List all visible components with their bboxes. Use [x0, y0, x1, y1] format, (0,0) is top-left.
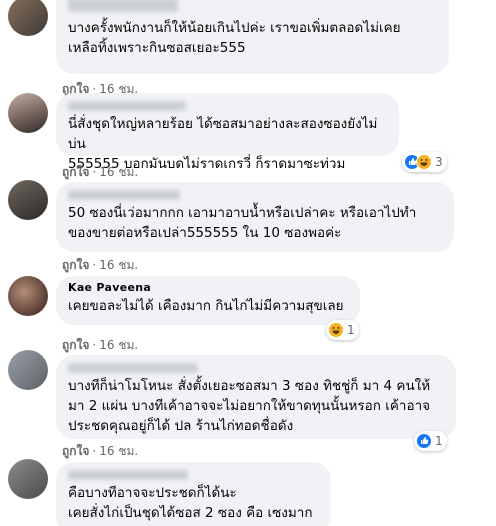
like-reaction-icon — [416, 433, 432, 449]
reaction-summary[interactable]: 1 — [326, 320, 359, 340]
comment-text: บางทีก็น่าโมโหนะ สั่งตั้งเยอะซอสมา 3 ซอง… — [68, 378, 431, 434]
reaction-count: 3 — [435, 155, 443, 169]
comment-bubble: คือบางทีอาจจะประชดก็ได้นะ เคยสั่งไก่เป็น… — [56, 462, 331, 526]
like-button[interactable]: ถูกใจ — [62, 338, 89, 352]
reaction-count: 1 — [347, 323, 355, 337]
comment-time[interactable]: 16 ชม. — [99, 444, 138, 458]
comment-bubble: บางทีก็น่าโมโหนะ สั่งตั้งเยอะซอสมา 3 ซอง… — [56, 355, 456, 439]
comment-text: 50 ซองนี่เว่อมากกก เอามาอาบน้ำหรือเปล่าค… — [68, 205, 417, 241]
like-button[interactable]: ถูกใจ — [62, 444, 89, 458]
avatar[interactable] — [8, 459, 48, 499]
avatar[interactable] — [8, 276, 48, 316]
author-name-redacted[interactable] — [68, 0, 178, 12]
reaction-count: 1 — [435, 434, 443, 448]
like-button[interactable]: ถูกใจ — [62, 258, 89, 272]
avatar[interactable] — [8, 350, 48, 390]
comment-meta: ถูกใจ · 16 ชม. — [62, 258, 139, 272]
author-name-redacted[interactable] — [68, 190, 180, 200]
comment-text: บางครั้งพนักงานก็ให้น้อยเกินไปค่ะ เราขอเ… — [68, 20, 401, 56]
comment-meta: ถูกใจ · 16 ชม. — [62, 165, 139, 179]
avatar[interactable] — [8, 93, 48, 133]
comment-bubble: Kae Paveena เคยขอละไม่ได้ เคืองมาก กินไก… — [56, 276, 360, 325]
reaction-summary[interactable]: 1 — [414, 431, 447, 451]
comment-bubble: นี่สั่งชุดใหญ่หลายร้อย ได้ซอสมาอย่างละสอ… — [56, 93, 399, 172]
comment-time[interactable]: 16 ชม. — [99, 258, 138, 272]
comment-bubble: 50 ซองนี่เว่อมากกก เอามาอาบน้ำหรือเปล่าค… — [56, 182, 454, 252]
comment-time[interactable]: 16 ชม. — [99, 338, 138, 352]
author-name-redacted[interactable] — [68, 470, 188, 480]
avatar[interactable] — [8, 180, 48, 220]
comment-meta: ถูกใจ · 16 ชม. — [62, 444, 139, 458]
reaction-summary[interactable]: 3 — [402, 152, 447, 172]
author-name[interactable]: Kae Paveena — [68, 281, 348, 294]
comment-time[interactable]: 16 ชม. — [99, 165, 138, 179]
comment-bubble: บางครั้งพนักงานก็ให้น้อยเกินไปค่ะ เราขอเ… — [56, 0, 449, 74]
comment-text: เคยขอละไม่ได้ เคืองมาก กินไก่ไม่มีความสุ… — [68, 298, 344, 314]
haha-reaction-icon — [416, 154, 432, 170]
comment-meta: ถูกใจ · 16 ชม. — [62, 338, 139, 352]
author-name-redacted[interactable] — [68, 101, 186, 111]
comment-text: คือบางทีอาจจะประชดก็ได้นะ เคยสั่งไก่เป็น… — [68, 485, 313, 521]
like-button[interactable]: ถูกใจ — [62, 165, 89, 179]
avatar[interactable] — [8, 0, 48, 36]
haha-reaction-icon — [328, 322, 344, 338]
author-name-redacted[interactable] — [68, 363, 198, 373]
